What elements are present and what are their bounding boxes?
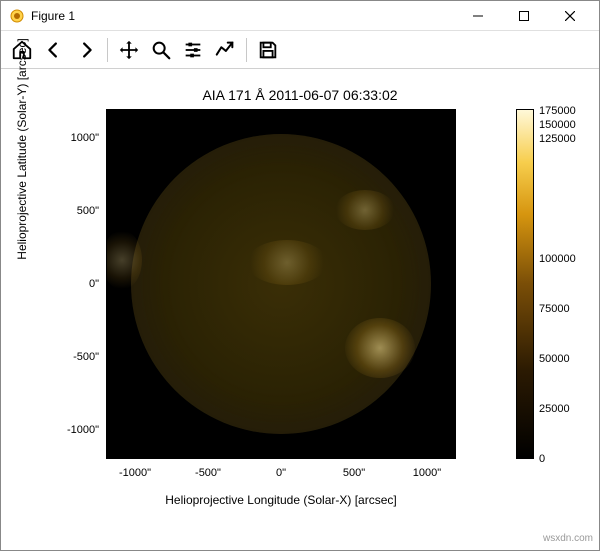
colorbar-tick: 125000	[539, 133, 576, 145]
colorbar-tick: 0	[539, 453, 545, 465]
save-button[interactable]	[253, 35, 283, 65]
colorbar-tick: 50000	[539, 353, 570, 365]
y-axis-label: Helioprojective Latitude (Solar-Y) [arcs…	[15, 19, 29, 279]
y-tick-label: -500"	[49, 351, 99, 363]
toolbar-separator	[107, 38, 108, 62]
active-region	[345, 318, 415, 378]
active-region	[247, 240, 327, 285]
x-tick-label: -1000"	[105, 467, 165, 479]
pan-button[interactable]	[114, 35, 144, 65]
zoom-button[interactable]	[146, 35, 176, 65]
y-tick-label: 500"	[49, 205, 99, 217]
y-tick-label: 0"	[49, 278, 99, 290]
colorbar-tick: 150000	[539, 119, 576, 131]
active-region	[335, 190, 395, 230]
titlebar[interactable]: Figure 1	[1, 1, 599, 31]
watermark: wsxdn.com	[543, 533, 593, 544]
colorbar-tick: 100000	[539, 253, 576, 265]
matplotlib-toolbar	[1, 31, 599, 69]
configure-subplots-button[interactable]	[178, 35, 208, 65]
y-tick-label: 1000"	[49, 132, 99, 144]
colorbar-tick: 75000	[539, 303, 570, 315]
chart-area[interactable]: AIA 171 Å 2011-06-07 06:33:02 1000" 500"…	[1, 69, 599, 550]
colorbar	[516, 109, 534, 459]
forward-button[interactable]	[71, 35, 101, 65]
minimize-button[interactable]	[455, 1, 501, 31]
x-tick-label: 0"	[251, 467, 311, 479]
back-button[interactable]	[39, 35, 69, 65]
toolbar-separator	[246, 38, 247, 62]
close-button[interactable]	[547, 1, 593, 31]
heatmap-plot[interactable]	[106, 109, 456, 459]
window-frame: Figure 1 AIA 171 Å 2011-06-07 06:33:02 1…	[0, 0, 600, 551]
colorbar-tick: 175000	[539, 105, 576, 117]
edit-axis-button[interactable]	[210, 35, 240, 65]
x-axis-label: Helioprojective Longitude (Solar-X) [arc…	[106, 493, 456, 507]
x-tick-label: -500"	[178, 467, 238, 479]
x-tick-label: 500"	[324, 467, 384, 479]
x-tick-label: 1000"	[397, 467, 457, 479]
chart-title: AIA 171 Å 2011-06-07 06:33:02	[1, 87, 599, 103]
window-title: Figure 1	[31, 9, 455, 23]
colorbar-tick: 25000	[539, 403, 570, 415]
y-tick-label: -1000"	[49, 424, 99, 436]
maximize-button[interactable]	[501, 1, 547, 31]
